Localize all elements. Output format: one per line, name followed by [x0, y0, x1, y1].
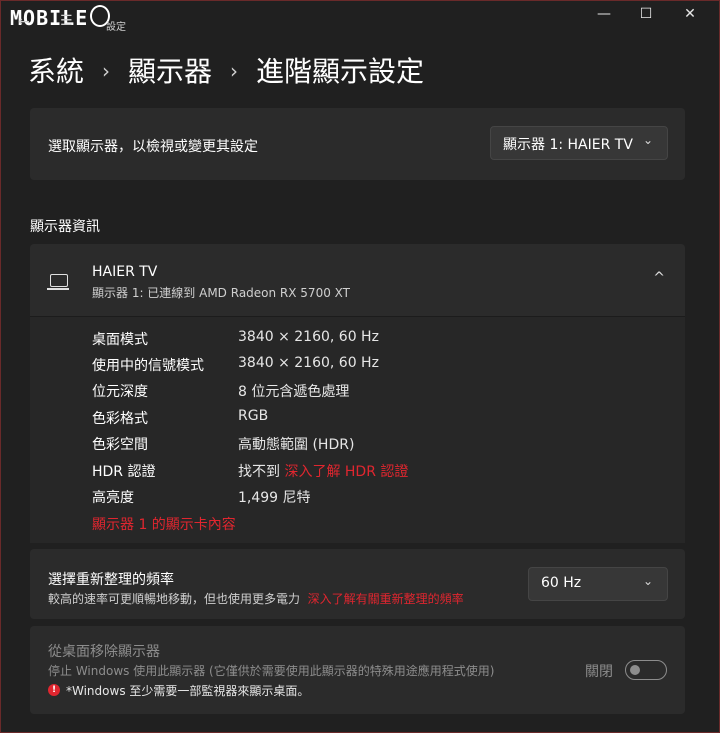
info-value: 3840 × 2160, 60 Hz [238, 355, 379, 371]
info-value: 找不到 深入了解 HDR 認證 [238, 461, 408, 481]
remove-display-title: 從桌面移除顯示器 [48, 644, 160, 660]
hdr-cert-status: 找不到 [238, 464, 280, 480]
laptop-monitor-icon [47, 274, 69, 290]
back-arrow-icon[interactable]: ← [18, 14, 30, 30]
toggle-state-label: 關閉 [585, 664, 613, 680]
error-message: *Windows 至少需要一部監視器來顯示桌面。 [66, 684, 310, 698]
title-bar: MOBILE ← ☰ 設定 — ☐ ✕ [0, 0, 720, 34]
display-selector-dropdown[interactable]: 顯示器 1: HAIER TV ⌄ [490, 126, 668, 160]
minimize-button[interactable]: — [590, 6, 618, 22]
info-value: 8 位元含遞色處理 [238, 384, 350, 400]
info-key: HDR 認證 [92, 464, 156, 480]
info-value: RGB [238, 408, 269, 424]
adapter-properties-link[interactable]: 顯示器 1 的顯示卡內容 [92, 514, 236, 534]
app-title: 設定 [106, 22, 126, 33]
breadcrumb-item-system[interactable]: 系統 [28, 55, 84, 88]
error-icon: ! [48, 684, 60, 696]
chevron-down-icon: ⌄ [642, 133, 653, 147]
breadcrumb-separator-icon: › [102, 59, 111, 83]
page-title: 進階顯示設定 [256, 55, 425, 88]
hamburger-menu-icon[interactable]: ☰ [60, 13, 73, 29]
breadcrumb-separator-icon: › [230, 59, 239, 83]
refresh-rate-link[interactable]: 深入了解有關重新整理的頻率 [308, 592, 464, 606]
maximize-button[interactable]: ☐ [632, 6, 660, 22]
refresh-rate-title: 選擇重新整理的頻率 [48, 572, 174, 588]
info-value: 3840 × 2160, 60 Hz [238, 329, 379, 345]
info-key: 高亮度 [92, 490, 134, 506]
refresh-rate-description: 較高的速率可更順暢地移動，但也使用更多電力 [48, 592, 301, 606]
display-info-details: 桌面模式 3840 × 2160, 60 Hz 使用中的信號模式 3840 × … [30, 317, 685, 543]
info-key: 色彩空間 [92, 437, 148, 453]
info-value: 1,499 尼特 [238, 490, 311, 506]
close-button[interactable]: ✕ [676, 6, 704, 22]
info-key: 桌面模式 [92, 332, 148, 348]
info-key: 使用中的信號模式 [92, 358, 204, 374]
refresh-rate-value: 60 Hz [541, 575, 582, 591]
breadcrumb-item-display[interactable]: 顯示器 [128, 55, 212, 88]
device-connection: 顯示器 1: 已連線到 AMD Radeon RX 5700 XT [92, 286, 350, 300]
refresh-rate-description-row: 較高的速率可更順暢地移動，但也使用更多電力 深入了解有關重新整理的頻率 [48, 590, 464, 607]
display-selector-value: 顯示器 1: HAIER TV [503, 137, 633, 153]
device-name: HAIER TV [92, 264, 158, 280]
display-info-heading: 顯示器資訊 [30, 219, 100, 235]
breadcrumb: 系統 › 顯示器 › 進階顯示設定 [28, 50, 424, 90]
remove-display-description: 停止 Windows 使用此顯示器 (它僅供於需要使用此顯示器的特殊用途應用程式… [48, 664, 495, 678]
chevron-up-icon[interactable]: ^ [653, 270, 665, 286]
info-value: 高動態範圍 (HDR) [238, 437, 355, 453]
info-key: 色彩格式 [92, 411, 148, 427]
toggle-knob [630, 665, 640, 675]
remove-display-toggle[interactable] [625, 660, 667, 680]
hdr-cert-link[interactable]: 深入了解 HDR 認證 [284, 464, 408, 480]
info-key: 位元深度 [92, 384, 148, 400]
select-display-card: 選取顯示器，以檢視或變更其設定 顯示器 1: HAIER TV ⌄ [30, 108, 685, 180]
refresh-rate-card: 選擇重新整理的頻率 較高的速率可更順暢地移動，但也使用更多電力 深入了解有關重新… [30, 549, 685, 619]
chevron-down-icon: ⌄ [642, 574, 653, 588]
display-info-header[interactable]: HAIER TV 顯示器 1: 已連線到 AMD Radeon RX 5700 … [30, 244, 685, 317]
refresh-rate-dropdown[interactable]: 60 Hz ⌄ [528, 567, 668, 601]
remove-display-card: 從桌面移除顯示器 停止 Windows 使用此顯示器 (它僅供於需要使用此顯示器… [30, 626, 685, 714]
select-display-label: 選取顯示器，以檢視或變更其設定 [48, 139, 258, 155]
